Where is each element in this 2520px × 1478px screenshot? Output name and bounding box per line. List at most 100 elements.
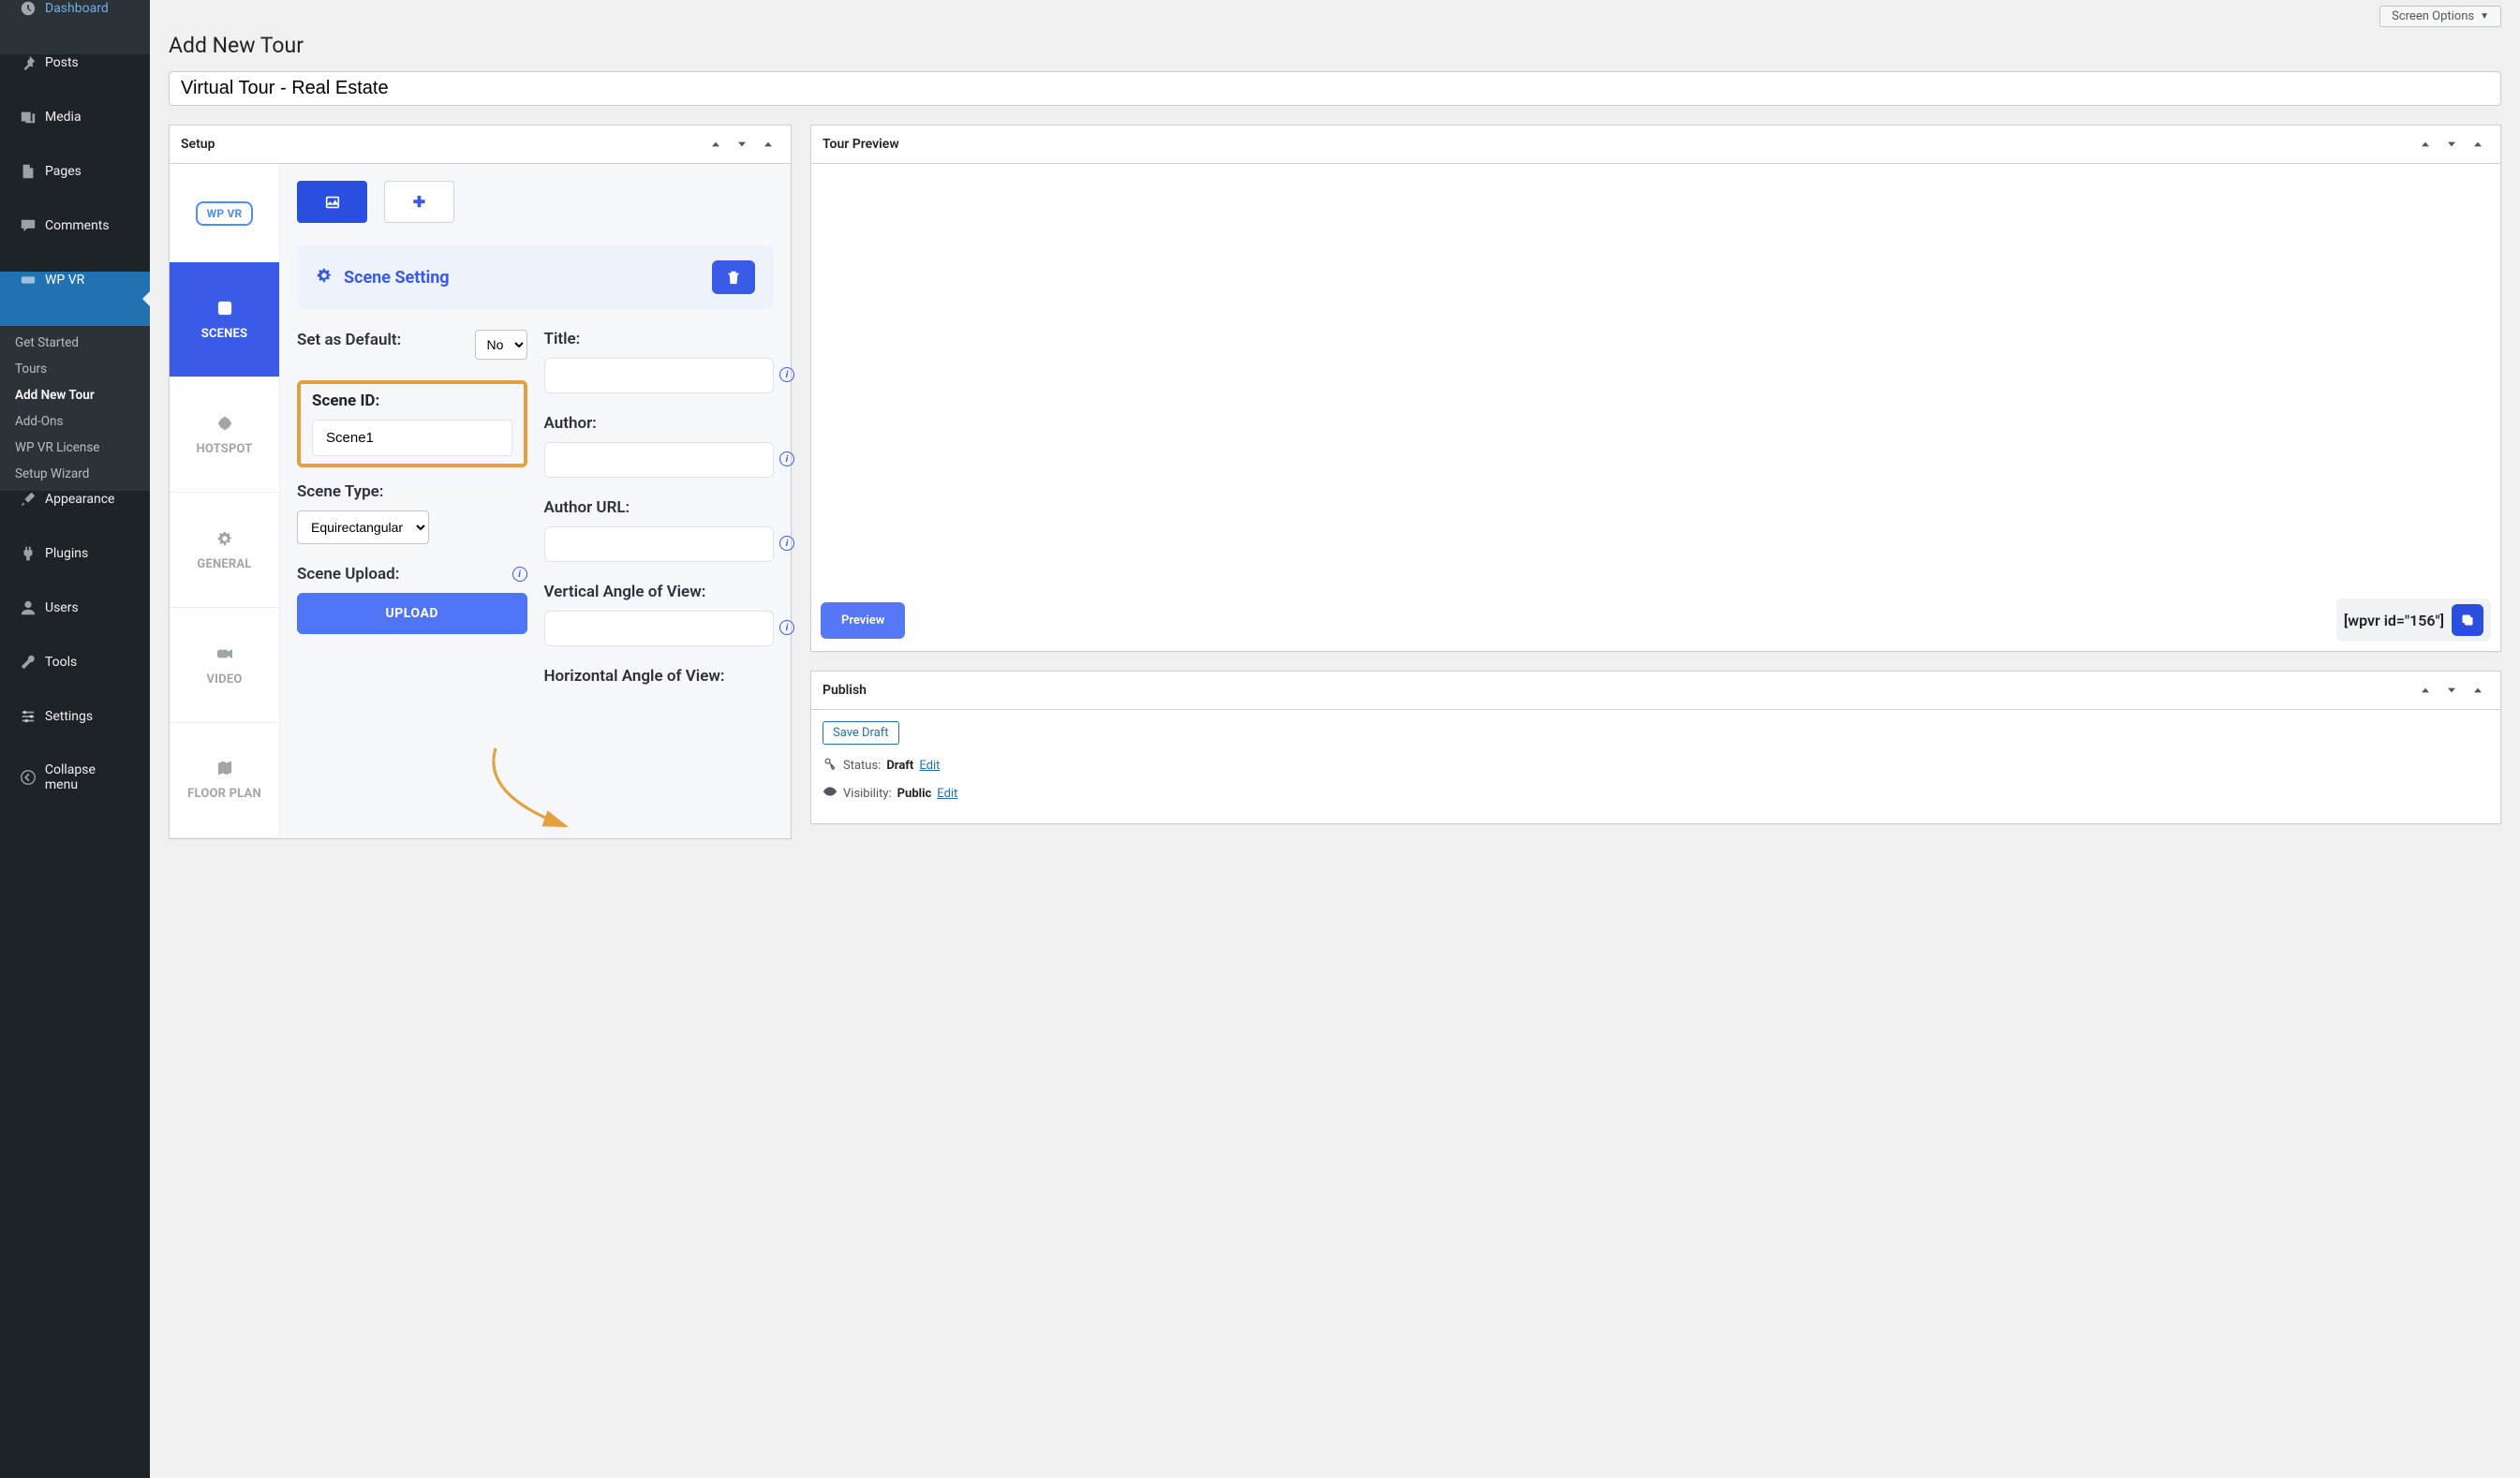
title-label: Title:: [544, 330, 775, 348]
menu-wpvr[interactable]: WP VR: [0, 272, 150, 326]
map-icon: [216, 759, 233, 781]
info-icon[interactable]: i: [779, 367, 794, 382]
toggle-panel-icon[interactable]: [757, 133, 779, 155]
shortcode-text: [wpvr id="156"]: [2344, 612, 2444, 629]
scene-type-select[interactable]: Equirectangular: [297, 510, 429, 544]
move-up-icon[interactable]: [704, 133, 727, 155]
author-url-label: Author URL:: [544, 498, 775, 517]
plus-icon: ✚: [413, 193, 425, 211]
gear-icon: [316, 267, 333, 288]
target-icon: [216, 414, 233, 436]
scene-upload-label: Scene Upload:: [297, 565, 399, 584]
author-label: Author:: [544, 414, 775, 433]
tab-general[interactable]: GENERAL: [170, 493, 279, 608]
tab-video[interactable]: VIDEO: [170, 608, 279, 723]
tab-scenes[interactable]: SCENES: [170, 262, 279, 377]
gear-icon: [216, 529, 233, 552]
menu-media[interactable]: Media: [0, 109, 150, 163]
edit-visibility-link[interactable]: Edit: [937, 787, 957, 801]
menu-collapse[interactable]: Collapse menu: [0, 762, 150, 830]
eye-icon: [823, 784, 838, 803]
wrench-icon: [19, 654, 37, 671]
menu-tools[interactable]: Tools: [0, 654, 150, 708]
menu-pages[interactable]: Pages: [0, 163, 150, 217]
comment-icon: [19, 217, 37, 234]
menu-users[interactable]: Users: [0, 599, 150, 654]
chevron-down-icon: ▼: [2480, 11, 2489, 22]
main-content: Screen Options▼ Add New Tour Setup: [150, 0, 2520, 1478]
save-draft-button[interactable]: Save Draft: [823, 721, 899, 745]
delete-scene-button[interactable]: [712, 260, 755, 294]
menu-dashboard[interactable]: Dashboard: [0, 0, 150, 54]
shortcode-box: [wpvr id="156"]: [2336, 599, 2491, 642]
sliders-icon: [19, 708, 37, 725]
edit-status-link[interactable]: Edit: [919, 759, 940, 773]
setup-postbox: Setup WP VR SCENES HOTSPOT GENERAL: [169, 125, 792, 839]
move-down-icon[interactable]: [731, 133, 753, 155]
move-up-icon[interactable]: [2414, 133, 2437, 155]
tour-title-input[interactable]: [169, 71, 2501, 106]
screen-options-button[interactable]: Screen Options▼: [2379, 6, 2501, 27]
toggle-panel-icon[interactable]: [2467, 679, 2489, 702]
set-default-label: Set as Default:: [297, 331, 401, 349]
menu-settings[interactable]: Settings: [0, 708, 150, 762]
tab-floorplan[interactable]: FLOOR PLAN: [170, 723, 279, 838]
horizontal-angle-label: Horizontal Angle of View:: [544, 667, 775, 686]
publish-postbox: Publish Save Draft Status: Draft: [810, 671, 2501, 824]
author-url-input[interactable]: [544, 526, 775, 562]
info-icon[interactable]: i: [779, 536, 794, 551]
submenu-add-new-tour[interactable]: Add New Tour: [0, 382, 150, 408]
tour-preview-postbox: Tour Preview Preview [wpvr id="156"]: [810, 125, 2501, 652]
info-icon[interactable]: i: [779, 451, 794, 466]
scene-type-label: Scene Type:: [297, 482, 527, 501]
submenu-tours[interactable]: Tours: [0, 356, 150, 382]
vertical-angle-input[interactable]: [544, 611, 775, 646]
info-icon[interactable]: i: [779, 620, 794, 635]
tab-hotspot[interactable]: HOTSPOT: [170, 377, 279, 493]
toggle-panel-icon[interactable]: [2467, 133, 2489, 155]
vr-icon: [19, 272, 37, 288]
submenu-license[interactable]: WP VR License: [0, 435, 150, 461]
admin-sidebar: Dashboard Posts Media Pages Comments WP …: [0, 0, 150, 1478]
annotation-arrow: [477, 744, 608, 856]
status-row: Status: Draft Edit: [823, 756, 2489, 775]
menu-posts[interactable]: Posts: [0, 54, 150, 109]
dashboard-icon: [19, 0, 37, 17]
scene-id-input[interactable]: [312, 420, 512, 456]
video-icon: [216, 644, 233, 667]
page-icon: [19, 163, 37, 180]
page-title: Add New Tour: [169, 33, 2501, 58]
vertical-tabs: WP VR SCENES HOTSPOT GENERAL VIDEO FLOOR…: [170, 164, 280, 838]
copy-shortcode-button[interactable]: [2452, 604, 2483, 636]
author-input[interactable]: [544, 442, 775, 478]
scene-id-label: Scene ID:: [312, 392, 512, 410]
visibility-row: Visibility: Public Edit: [823, 784, 2489, 803]
collapse-icon: [19, 769, 37, 786]
menu-plugins[interactable]: Plugins: [0, 545, 150, 599]
title-input[interactable]: [544, 358, 775, 393]
key-icon: [823, 756, 838, 775]
menu-comments[interactable]: Comments: [0, 217, 150, 272]
menu-appearance[interactable]: Appearance: [0, 491, 150, 545]
preview-button[interactable]: Preview: [821, 602, 905, 639]
upload-button[interactable]: UPLOAD: [297, 593, 527, 634]
set-default-select[interactable]: No: [475, 330, 527, 360]
submenu-wizard[interactable]: Setup Wizard: [0, 461, 150, 487]
plugin-icon: [19, 545, 37, 562]
info-icon[interactable]: i: [512, 567, 527, 582]
image-icon: [216, 299, 233, 321]
tour-preview-heading: Tour Preview: [823, 137, 899, 152]
submenu-addons[interactable]: Add-Ons: [0, 408, 150, 435]
add-scene-button[interactable]: ✚: [384, 181, 454, 223]
media-icon: [19, 109, 37, 126]
scene-thumb-1[interactable]: [297, 181, 367, 223]
wpvr-logo: WP VR: [170, 164, 279, 262]
wpvr-submenu: Get Started Tours Add New Tour Add-Ons W…: [0, 326, 150, 491]
move-down-icon[interactable]: [2440, 133, 2463, 155]
move-up-icon[interactable]: [2414, 679, 2437, 702]
submenu-get-started[interactable]: Get Started: [0, 330, 150, 356]
move-down-icon[interactable]: [2440, 679, 2463, 702]
scene-setting-title: Scene Setting: [344, 268, 450, 288]
setup-heading: Setup: [181, 137, 215, 152]
scene-id-highlight: Scene ID:: [297, 380, 527, 467]
